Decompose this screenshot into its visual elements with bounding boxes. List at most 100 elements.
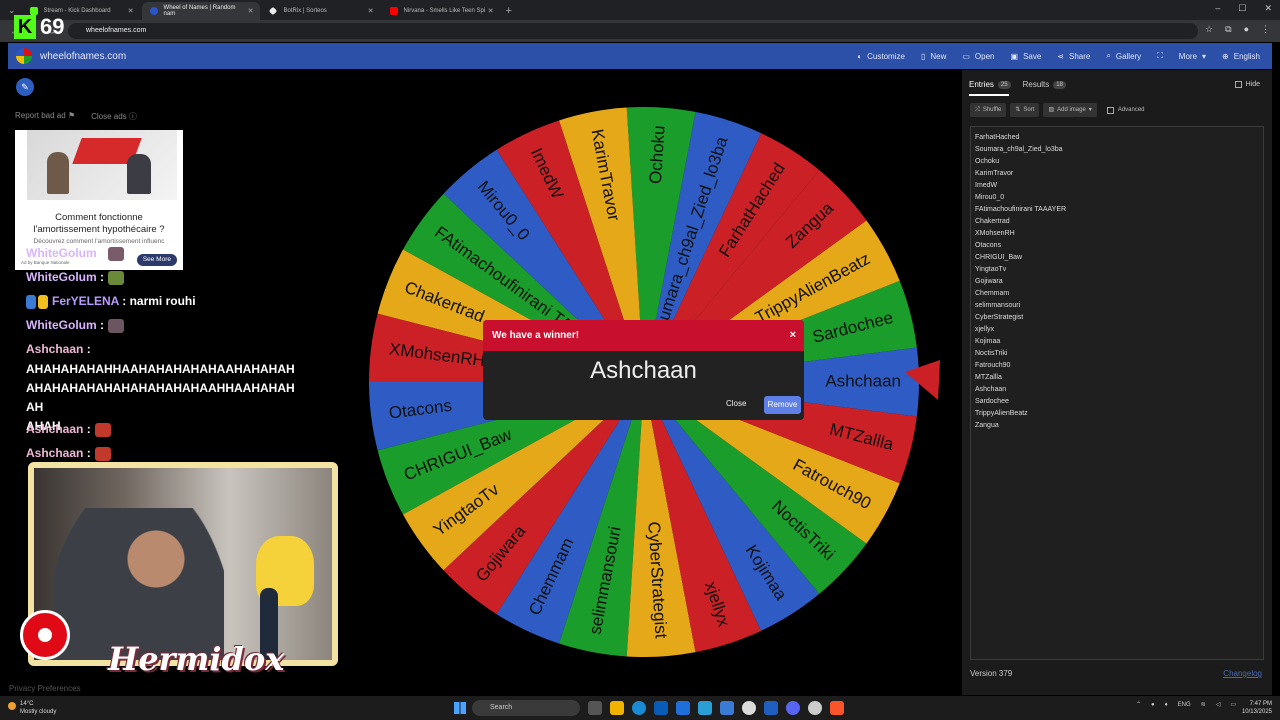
chevron-up-icon[interactable]: ⌃ — [1136, 701, 1141, 708]
volume-icon[interactable]: ◁ — [1216, 701, 1221, 708]
store-icon[interactable] — [654, 701, 668, 715]
ad-see-more-button[interactable]: See More — [136, 254, 177, 266]
entry-item[interactable]: Gojiwara — [975, 276, 1259, 288]
url-field[interactable]: wheelofnames.com — [68, 23, 1198, 39]
maximize-icon[interactable]: ☐ — [1238, 3, 1246, 14]
new-button[interactable]: ▯ New — [921, 52, 946, 61]
winner-dialog-header: We have a winner! × — [483, 320, 804, 351]
task-view-icon[interactable] — [588, 701, 602, 715]
more-button[interactable]: More ▾ — [1179, 52, 1206, 61]
app-icon[interactable] — [676, 701, 690, 715]
entries-panel: Entries 25 Results 18 Hide ⤮ Shuffle ⇅ Sort … — [962, 70, 1272, 695]
tray-app-icon[interactable]: ● — [1151, 702, 1155, 708]
entry-item[interactable]: YingtaoTv — [975, 264, 1259, 276]
new-tab-button[interactable]: + — [506, 2, 512, 20]
microphone-icon[interactable]: ♦ — [1165, 702, 1168, 708]
open-button[interactable]: ▭ Open — [962, 52, 994, 61]
app-icon[interactable] — [698, 701, 712, 715]
sort-button[interactable]: ⇅ Sort — [1010, 103, 1040, 117]
tab-close-icon[interactable]: ✕ — [488, 7, 494, 15]
changelog-link[interactable]: Changelog — [1223, 669, 1262, 678]
entry-item[interactable]: xjellyx — [975, 324, 1259, 336]
entry-item[interactable]: Ashchaan — [975, 384, 1259, 396]
entry-item[interactable]: FAtimachoufinirani TAAAYER — [975, 204, 1259, 216]
privacy-preferences-link[interactable]: Privacy Preferences — [9, 684, 81, 693]
tab-close-icon[interactable]: ✕ — [368, 7, 374, 15]
shuffle-button[interactable]: ⤮ Shuffle — [970, 103, 1007, 117]
word-icon[interactable] — [764, 701, 778, 715]
tab-close-icon[interactable]: ✕ — [128, 7, 134, 15]
edge-icon[interactable] — [632, 701, 646, 715]
entry-item[interactable]: selimmansouri — [975, 300, 1259, 312]
entry-item[interactable]: Fatrouch90 — [975, 360, 1259, 372]
entry-item[interactable]: FarhatHached — [975, 132, 1259, 144]
entry-item[interactable]: Sardochee — [975, 396, 1259, 408]
site-logo-icon[interactable] — [16, 48, 32, 64]
taskbar-search[interactable]: Search — [472, 700, 580, 716]
edit-pencil-button[interactable]: ✎ — [16, 78, 34, 96]
advanced-checkbox[interactable]: Advanced — [1106, 103, 1145, 117]
battery-icon[interactable]: ▭ — [1230, 701, 1236, 708]
wifi-icon[interactable]: ≋ — [1201, 701, 1206, 708]
tab-botrix[interactable]: BotRix | Sorteos ✕ — [262, 2, 380, 20]
entry-item[interactable]: XMohsenRH — [975, 228, 1259, 240]
entry-item[interactable]: Soumara_ch9al_Zied_lo3ba — [975, 144, 1259, 156]
image-icon: ▨ — [1048, 107, 1055, 113]
entry-item[interactable]: NoctisTriki — [975, 348, 1259, 360]
brave-icon[interactable] — [830, 701, 844, 715]
entry-item[interactable]: Zangua — [975, 420, 1259, 432]
ad-title: Comment fonctionne l'amortissement hypot… — [33, 212, 165, 235]
entry-item[interactable]: TrippyAlienBeatz — [975, 408, 1259, 420]
extensions-icon[interactable]: ⧉ — [1225, 24, 1231, 35]
entry-item[interactable]: CyberStrategist — [975, 312, 1259, 324]
app-icon[interactable] — [808, 701, 822, 715]
discord-icon[interactable] — [786, 701, 800, 715]
fullscreen-button[interactable]: ⛶ — [1157, 51, 1163, 61]
tab-wheel-of-names[interactable]: Wheel of Names | Random nam ✕ — [141, 2, 260, 20]
entry-item[interactable]: CHRIGUI_Baw — [975, 252, 1259, 264]
dialog-close-icon[interactable]: × — [790, 320, 796, 351]
bookmark-star-icon[interactable]: ☆ — [1205, 24, 1213, 35]
entry-item[interactable]: Mirou0_0 — [975, 192, 1259, 204]
entry-item[interactable]: Kojimaa — [975, 336, 1259, 348]
entries-textarea[interactable]: FarhatHached Soumara_ch9al_Zied_lo3ba Ocho… — [970, 126, 1264, 660]
language-button[interactable]: ⊕ English — [1222, 52, 1260, 61]
entry-item[interactable]: KarimTravor — [975, 168, 1259, 180]
close-window-icon[interactable]: ✕ — [1264, 3, 1272, 14]
browser-menu-icon[interactable]: ⋮ — [1261, 24, 1270, 35]
add-image-button[interactable]: ▨ Add image ▾ — [1043, 103, 1097, 117]
share-button[interactable]: ⋖ Share — [1057, 52, 1090, 61]
tab-entries[interactable]: Entries 25 — [969, 80, 1011, 89]
start-button-icon[interactable] — [454, 702, 466, 714]
gallery-button[interactable]: ⌕ Gallery — [1106, 51, 1141, 61]
minimize-icon[interactable]: – — [1215, 3, 1220, 14]
entry-item[interactable]: Ochoku — [975, 156, 1259, 168]
chrome-icon[interactable] — [742, 701, 756, 715]
file-icon: ▯ — [920, 51, 926, 61]
entry-item[interactable]: Chakertrad — [975, 216, 1259, 228]
windows-taskbar: 14°C Mostly cloudy Search ⌃ ● ♦ ENG ≋ ◁ — [0, 696, 1280, 720]
report-ad-link[interactable]: Report bad ad ⚑ — [15, 111, 75, 122]
taskbar-clock[interactable]: 7:47 PM 10/13/2025 — [1242, 700, 1272, 716]
hide-checkbox[interactable]: Hide — [1234, 81, 1260, 88]
file-explorer-icon[interactable] — [610, 701, 624, 715]
entry-item[interactable]: Otacons — [975, 240, 1259, 252]
tab-close-icon[interactable]: ✕ — [248, 7, 254, 15]
chat-message: WhiteGolum : — [26, 246, 125, 261]
save-button[interactable]: ▣ Save — [1011, 52, 1042, 61]
weather-widget[interactable]: 14°C Mostly cloudy — [8, 700, 56, 716]
entry-item[interactable]: ImedW — [975, 180, 1259, 192]
language-indicator[interactable]: ENG — [1178, 702, 1191, 708]
browser-tab-bar: ⌄ Stream - Kick Dashboard ✕ Wheel of Nam… — [0, 0, 1280, 20]
entry-item[interactable]: MTZallla — [975, 372, 1259, 384]
close-button[interactable]: Close — [726, 399, 746, 408]
customize-button[interactable]: ◐ Customize — [857, 52, 905, 61]
remove-button[interactable]: Remove — [764, 396, 801, 414]
profile-icon[interactable]: ● — [1244, 24, 1249, 35]
tab-results[interactable]: Results 18 — [1023, 80, 1066, 89]
app-icon[interactable] — [720, 701, 734, 715]
close-ads-link[interactable]: Close ads ⓘ — [91, 111, 137, 122]
entry-item[interactable]: Chemmam — [975, 288, 1259, 300]
tab-youtube-nirvana[interactable]: Nirvana - Smells Like Teen Spi ✕ — [382, 2, 500, 20]
site-title[interactable]: wheelofnames.com — [40, 51, 126, 62]
